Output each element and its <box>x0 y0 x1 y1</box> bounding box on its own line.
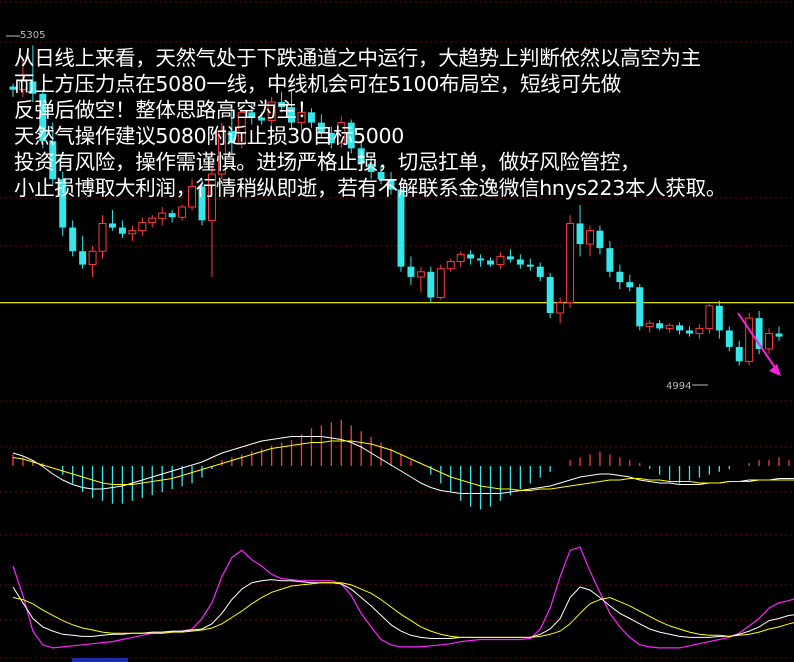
candle-body-down <box>516 259 524 265</box>
analysis-text: 从日线上来看，天然气处于下跌通道之中运行，大趋势上判断依然以高空为主 而上方压力… <box>14 45 726 201</box>
candle-body-down <box>536 266 544 277</box>
candle-body-down <box>477 258 485 261</box>
candle-body-up <box>705 305 714 329</box>
candle-body-up <box>98 222 107 252</box>
chart-stage: 5305 4994 从日线上来看，天然气处于下跌通道之中运行，大趋势上判断依然以… <box>0 0 794 662</box>
candle-body-down <box>636 287 644 327</box>
candle-body-down <box>506 256 514 260</box>
candle-body-up <box>446 261 455 270</box>
candle-body-up <box>138 221 147 232</box>
high-price-label: 5305 <box>20 30 46 41</box>
candle-body-down <box>168 213 176 218</box>
candle-body-up <box>158 212 167 219</box>
candle-body-down <box>596 230 604 249</box>
candle-body-down <box>735 346 743 362</box>
candle-body-down <box>715 305 723 331</box>
candle-body-down <box>526 264 534 267</box>
candle-body-down <box>775 333 783 337</box>
candle-body-up <box>456 253 465 263</box>
analysis-line-4: 天然气操作建议5080附近止损30目标5000 <box>14 124 405 148</box>
bottom-tab-indicator <box>72 658 128 662</box>
candle-body-down <box>79 251 87 265</box>
candle-body-up <box>586 230 594 245</box>
candle-body-down <box>467 254 475 259</box>
candle-body-up <box>128 230 137 235</box>
candle-body-down <box>616 271 624 283</box>
candle-body-up <box>556 302 565 314</box>
candle-body-down <box>397 189 405 267</box>
candle-body-up <box>645 322 654 327</box>
candle-body-down <box>626 282 634 288</box>
candle-body-down <box>686 330 693 334</box>
trend-arrow-head <box>769 364 781 376</box>
kdj-d-line <box>12 582 794 638</box>
candle-body-up <box>178 206 187 218</box>
candle-body-down <box>546 276 554 313</box>
candle-body-up <box>665 324 674 329</box>
candle-body-up <box>496 255 505 266</box>
candle-body-down <box>656 323 664 329</box>
candle-body-up <box>148 217 157 223</box>
candle-body-up <box>436 268 445 299</box>
kdj-k-line <box>12 579 794 639</box>
analysis-line-1: 从日线上来看，天然气处于下跌通道之中运行，大趋势上判断依然以高空为主 <box>14 46 701 70</box>
candle-body-up <box>416 271 425 278</box>
low-price-label: 4994 <box>666 381 692 392</box>
candle-body-up <box>566 222 575 304</box>
candle-body-down <box>108 223 116 228</box>
candle-body-up <box>695 327 704 335</box>
analysis-line-5: 投资有风险，操作需谨慎。进场严格止损，切忌扛单，做好风险管控， <box>14 150 641 174</box>
candle-body-down <box>118 227 126 234</box>
candle-body-up <box>88 250 97 266</box>
candle-body-down <box>427 271 435 298</box>
candle-body-down <box>69 227 77 252</box>
macd-dea-line <box>12 440 794 491</box>
candle-body-down <box>606 248 614 272</box>
candle-body-down <box>407 266 415 277</box>
analysis-line-6: 小止损博取大利润，行情稍纵即逝，若有不解联系金逸微信hnys223本人获取。 <box>14 176 727 200</box>
analysis-line-3: 反弹后做空！整体思路高空为主！ <box>14 98 317 122</box>
analysis-line-2: 而上方压力点在5080一线，中线机会可在5100布局空，短线可先做 <box>14 72 621 96</box>
candle-body-down <box>576 223 584 245</box>
candle-body-up <box>765 333 774 350</box>
candle-body-down <box>487 260 494 265</box>
candle-body-down <box>676 325 684 331</box>
candle-body-down <box>725 330 733 347</box>
